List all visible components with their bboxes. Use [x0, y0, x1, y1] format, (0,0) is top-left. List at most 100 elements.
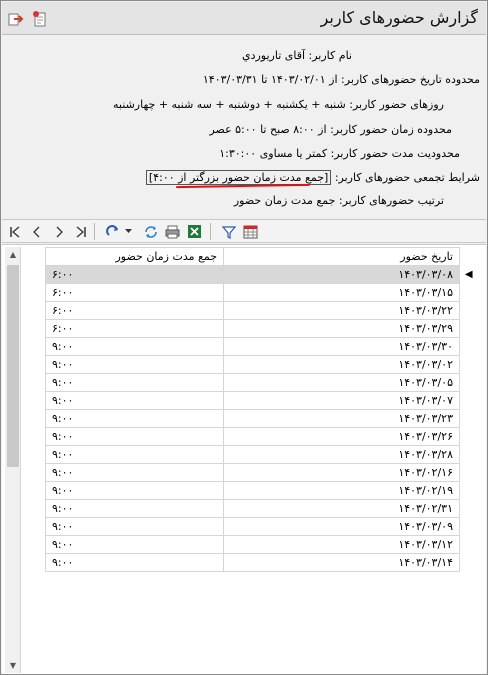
scroll-down-icon[interactable]: ▼: [5, 658, 21, 673]
excel-icon[interactable]: [186, 223, 203, 240]
criteria-user: نام کاربر: آقای تاریوردي: [242, 49, 352, 62]
user-value: آقای تاریوردي: [241, 49, 306, 62]
row-indicator: [459, 481, 478, 500]
criteria-date-range: محدوده تاریخ حضورهای کاربر: از ۱۴۰۳/۰۲/۰…: [203, 73, 480, 86]
redo-icon[interactable]: [104, 223, 121, 240]
cell-total[interactable]: ۶:۰۰: [45, 319, 224, 338]
row-indicator: [459, 517, 478, 536]
navigation-toolbar: [2, 219, 486, 243]
refresh-icon[interactable]: [142, 223, 159, 240]
time-range-label: محدوده زمان حضور کاربر:: [330, 123, 452, 136]
cell-date[interactable]: ۱۴۰۳/۰۳/۲۶: [223, 427, 460, 446]
table-row[interactable]: ۱۴۰۳/۰۳/۲۹ ۶:۰۰: [45, 319, 478, 338]
row-indicator: [459, 355, 478, 374]
cell-date[interactable]: ۱۴۰۳/۰۲/۱۹: [223, 481, 460, 500]
table-row[interactable]: ۱۴۰۳/۰۳/۱۴ ۹:۰۰: [45, 553, 478, 572]
table-row[interactable]: ◀ ۱۴۰۳/۰۳/۰۸ ۶:۰۰: [45, 265, 478, 284]
criteria-sort: ترتیب حضورهای کاربر: جمع مدت زمان حضور: [234, 194, 444, 207]
window-title: گزارش حضورهای کاربر: [320, 8, 478, 27]
cell-total[interactable]: ۶:۰۰: [45, 283, 224, 302]
cell-date[interactable]: ۱۴۰۳/۰۳/۲۲: [223, 301, 460, 320]
row-indicator: [459, 373, 478, 392]
cell-total[interactable]: ۶:۰۰: [45, 301, 224, 320]
cell-date[interactable]: ۱۴۰۳/۰۲/۳۱: [223, 499, 460, 518]
cell-date[interactable]: ۱۴۰۳/۰۳/۲۸: [223, 445, 460, 464]
cell-date[interactable]: ۱۴۰۳/۰۳/۲۳: [223, 409, 460, 428]
row-indicator: ◀: [459, 265, 478, 284]
cell-total[interactable]: ۶:۰۰: [45, 265, 224, 284]
table-row[interactable]: ۱۴۰۳/۰۳/۲۸ ۹:۰۰: [45, 445, 478, 464]
cell-total[interactable]: ۹:۰۰: [45, 535, 224, 554]
cell-total[interactable]: ۹:۰۰: [45, 463, 224, 482]
table-row[interactable]: ۱۴۰۳/۰۳/۲۶ ۹:۰۰: [45, 427, 478, 446]
cell-total[interactable]: ۹:۰۰: [45, 337, 224, 356]
cell-total[interactable]: ۹:۰۰: [45, 481, 224, 500]
table-row[interactable]: ۱۴۰۳/۰۳/۰۹ ۹:۰۰: [45, 517, 478, 536]
aggregate-label: شرایط تجمعی حضورهای کاربر:: [334, 171, 480, 184]
cell-total[interactable]: ۹:۰۰: [45, 409, 224, 428]
cell-date[interactable]: ۱۴۰۳/۰۳/۱۵: [223, 283, 460, 302]
attendance-table: تاریخ حضور جمع مدت زمان حضور ◀ ۱۴۰۳/۰۳/۰۸…: [45, 247, 478, 572]
cell-total[interactable]: ۹:۰۰: [45, 553, 224, 572]
row-indicator: [459, 445, 478, 464]
table-row[interactable]: ۱۴۰۳/۰۲/۳۱ ۹:۰۰: [45, 499, 478, 518]
dropdown-icon[interactable]: [124, 223, 133, 240]
cell-date[interactable]: ۱۴۰۳/۰۳/۰۸: [223, 265, 460, 284]
table-row[interactable]: ۱۴۰۳/۰۲/۱۶ ۹:۰۰: [45, 463, 478, 482]
next-icon[interactable]: [50, 223, 67, 240]
table-row[interactable]: ۱۴۰۳/۰۳/۰۲ ۹:۰۰: [45, 355, 478, 374]
cell-date[interactable]: ۱۴۰۳/۰۳/۰۷: [223, 391, 460, 410]
table-row[interactable]: ۱۴۰۳/۰۳/۰۵ ۹:۰۰: [45, 373, 478, 392]
print-icon[interactable]: [164, 223, 181, 240]
report-criteria: نام کاربر: آقای تاریوردي محدوده تاریخ حض…: [2, 36, 486, 217]
column-header-date[interactable]: تاریخ حضور: [223, 247, 460, 266]
scroll-thumb[interactable]: [7, 265, 19, 467]
row-indicator: [459, 391, 478, 410]
table-row[interactable]: ۱۴۰۳/۰۳/۲۳ ۹:۰۰: [45, 409, 478, 428]
first-icon[interactable]: [6, 223, 23, 240]
cell-total[interactable]: ۹:۰۰: [45, 427, 224, 446]
table-body: ◀ ۱۴۰۳/۰۳/۰۸ ۶:۰۰ ۱۴۰۳/۰۳/۱۵ ۶:۰۰ ۱۴۰۳/۰۳/۲۲ ۶…: [45, 265, 478, 572]
cell-total[interactable]: ۹:۰۰: [45, 445, 224, 464]
row-indicator: [459, 553, 478, 572]
days-label: روزهای حضور کاربر:: [349, 98, 444, 111]
table-row[interactable]: ۱۴۰۳/۰۳/۱۵ ۶:۰۰: [45, 283, 478, 302]
cell-total[interactable]: ۹:۰۰: [45, 499, 224, 518]
cell-date[interactable]: ۱۴۰۳/۰۳/۱۲: [223, 535, 460, 554]
sort-value: جمع مدت زمان حضور: [233, 194, 336, 207]
cell-total[interactable]: ۹:۰۰: [45, 373, 224, 392]
table-row[interactable]: ۱۴۰۳/۰۳/۲۲ ۶:۰۰: [45, 301, 478, 320]
criteria-aggregate: شرایط تجمعی حضورهای کاربر: [جمع مدت زمان…: [145, 170, 480, 185]
cell-date[interactable]: ۱۴۰۳/۰۳/۲۹: [223, 319, 460, 338]
table-row[interactable]: ۱۴۰۳/۰۳/۳۰ ۹:۰۰: [45, 337, 478, 356]
title-bar: گزارش حضورهای کاربر: [2, 2, 486, 35]
duration-limit-label: محدودیت مدت حضور کاربر:: [330, 147, 460, 160]
scroll-up-icon[interactable]: ▲: [5, 247, 21, 262]
cell-total[interactable]: ۹:۰۰: [45, 355, 224, 374]
calendar-grid-icon[interactable]: [242, 223, 259, 240]
table-row[interactable]: ۱۴۰۳/۰۳/۰۷ ۹:۰۰: [45, 391, 478, 410]
cell-date[interactable]: ۱۴۰۳/۰۳/۰۲: [223, 355, 460, 374]
table-header: تاریخ حضور جمع مدت زمان حضور: [45, 247, 478, 266]
new-report-icon[interactable]: [32, 11, 48, 27]
cell-date[interactable]: ۱۴۰۳/۰۳/۰۵: [223, 373, 460, 392]
filter-icon[interactable]: [220, 223, 237, 240]
row-indicator: [459, 337, 478, 356]
prev-icon[interactable]: [28, 223, 45, 240]
criteria-time-range: محدوده زمان حضور کاربر: از ۸:۰۰ صبح تا ۵…: [209, 123, 452, 136]
export-icon[interactable]: [8, 11, 24, 27]
table-row[interactable]: ۱۴۰۳/۰۳/۱۲ ۹:۰۰: [45, 535, 478, 554]
column-header-total[interactable]: جمع مدت زمان حضور: [45, 247, 224, 266]
cell-date[interactable]: ۱۴۰۳/۰۲/۱۶: [223, 463, 460, 482]
row-indicator: [459, 535, 478, 554]
cell-total[interactable]: ۹:۰۰: [45, 517, 224, 536]
last-icon[interactable]: [72, 223, 89, 240]
cell-date[interactable]: ۱۴۰۳/۰۳/۱۴: [223, 553, 460, 572]
table-row[interactable]: ۱۴۰۳/۰۲/۱۹ ۹:۰۰: [45, 481, 478, 500]
results-grid: ▲ ▼ تاریخ حضور جمع مدت زمان حضور ◀ ۱۴۰۳/۰…: [2, 244, 486, 674]
cell-total[interactable]: ۹:۰۰: [45, 391, 224, 410]
cell-date[interactable]: ۱۴۰۳/۰۳/۳۰: [223, 337, 460, 356]
cell-date[interactable]: ۱۴۰۳/۰۳/۰۹: [223, 517, 460, 536]
row-indicator: [459, 499, 478, 518]
vertical-scrollbar[interactable]: ▲ ▼: [5, 247, 21, 673]
